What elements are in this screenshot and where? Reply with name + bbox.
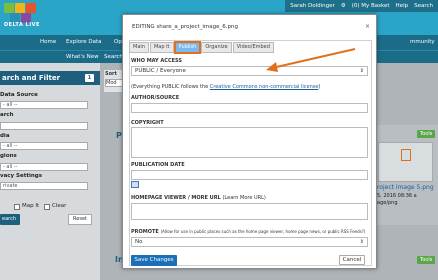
- save-changes-button[interactable]: Save Changes: [131, 255, 177, 266]
- basket-link[interactable]: (0) My Basket: [352, 3, 390, 9]
- publication-date-input[interactable]: [131, 170, 368, 180]
- author-input[interactable]: [131, 103, 368, 113]
- search-link[interactable]: Search: [414, 3, 433, 9]
- result-letter-p: P: [116, 131, 122, 140]
- delta-live-logo[interactable]: DELTA LIVE: [2, 1, 47, 34]
- nav-op[interactable]: Op: [114, 39, 122, 45]
- who-may-access-value: PUBLIC / Everyone: [135, 68, 186, 74]
- calendar-icon[interactable]: [131, 181, 139, 188]
- map-it-checkbox[interactable]: [14, 204, 20, 210]
- tools-button[interactable]: Tools: [417, 130, 436, 138]
- homepage-url-hint: (Learn More URL): [222, 195, 266, 201]
- sidebar-title-text: arch and Filter: [2, 74, 61, 82]
- help-link[interactable]: Help: [396, 3, 409, 9]
- clear-label: Clear: [52, 203, 67, 209]
- logo-text: DELTA LIVE: [4, 22, 40, 28]
- media-select[interactable]: - all --: [0, 142, 88, 150]
- result-title[interactable]: roject image 5.png: [377, 184, 434, 191]
- clear-checkbox[interactable]: [44, 204, 50, 210]
- nav-whats-new[interactable]: What's New: [66, 54, 99, 60]
- label-media: dia: [0, 133, 10, 139]
- homepage-url-label-text: HOMEPAGE VIEWER / MORE URL: [131, 195, 221, 201]
- promote-label-text: PROMOTE: [131, 229, 159, 235]
- promote-hint: (Allow for use in public places such as …: [160, 229, 366, 234]
- modal-title: EDITING share_a_project_image_6.png: [132, 24, 238, 30]
- license-prefix: (Everything PUBLIC follows the: [131, 84, 210, 90]
- homepage-url-input[interactable]: [131, 203, 368, 220]
- user-name[interactable]: Sarah Doldinger: [290, 3, 335, 9]
- copyright-textarea[interactable]: [131, 127, 368, 158]
- search-input[interactable]: [0, 122, 88, 130]
- license-note: (Everything PUBLIC follows the Creative …: [131, 84, 320, 90]
- annotation-arrow-icon: [266, 48, 356, 72]
- modal-tabs: Main Map It Publish Organize Video/Embed: [129, 41, 274, 54]
- chevron-down-icon: ⇕: [359, 68, 364, 74]
- gear-icon[interactable]: ⚙: [341, 3, 346, 9]
- result-type: age/png: [377, 200, 398, 206]
- label-privacy: vacy Settings: [0, 173, 43, 179]
- nav-home[interactable]: Home: [40, 39, 56, 45]
- map-it-label: Map It: [22, 203, 40, 209]
- label-regions: gions: [0, 153, 17, 159]
- search-button[interactable]: earch: [0, 214, 20, 225]
- tab-publish[interactable]: Publish: [173, 41, 202, 54]
- nav-explore-data[interactable]: Explore Data: [66, 39, 102, 45]
- user-bar: Sarah Doldinger ⚙ (0) My Basket Help Sea…: [285, 0, 438, 12]
- homepage-url-label: HOMEPAGE VIEWER / MORE URL (Learn More U…: [131, 195, 266, 201]
- result-thumbnail[interactable]: [378, 142, 433, 182]
- reset-button[interactable]: Reset: [68, 214, 92, 225]
- copyright-label: COPYRIGHT: [131, 120, 164, 126]
- data-source-select[interactable]: - all --: [0, 101, 88, 109]
- promote-value: No: [135, 239, 143, 245]
- license-suffix: ): [318, 84, 321, 90]
- label-data-source: Data Source: [0, 92, 38, 98]
- cancel-button[interactable]: Cancel: [339, 255, 365, 265]
- sidebar-title: arch and Filter 1: [0, 71, 100, 85]
- author-label: AUTHOR/SOURCE: [131, 95, 180, 101]
- tab-map-it[interactable]: Map It: [149, 42, 174, 53]
- who-may-access-label: WHO MAY ACCESS: [131, 58, 183, 64]
- tab-organize[interactable]: Organize: [201, 42, 232, 53]
- label-search: arch: [0, 112, 14, 118]
- nav-community[interactable]: mmunity: [410, 39, 435, 45]
- chevron-down-icon: ⇕: [359, 239, 364, 245]
- search-filter-sidebar: arch and Filter 1 Data Source - all -- a…: [0, 63, 100, 280]
- regions-select[interactable]: - all --: [0, 163, 88, 171]
- close-icon[interactable]: ×: [365, 23, 370, 30]
- privacy-select[interactable]: rivate: [0, 182, 88, 190]
- promote-select[interactable]: No ⇕: [131, 237, 368, 247]
- publication-date-label: PUBLICATION DATE: [131, 162, 185, 168]
- tools-button-2[interactable]: Tools: [417, 256, 436, 264]
- license-link[interactable]: Creative Commons non-commercial license: [210, 84, 319, 90]
- filter-count-badge: 1: [85, 74, 94, 82]
- tab-main[interactable]: Main: [129, 42, 149, 53]
- promote-label: PROMOTE (Allow for use in public places …: [131, 229, 365, 235]
- result-date: 5, 2016 08:36 a: [377, 193, 417, 199]
